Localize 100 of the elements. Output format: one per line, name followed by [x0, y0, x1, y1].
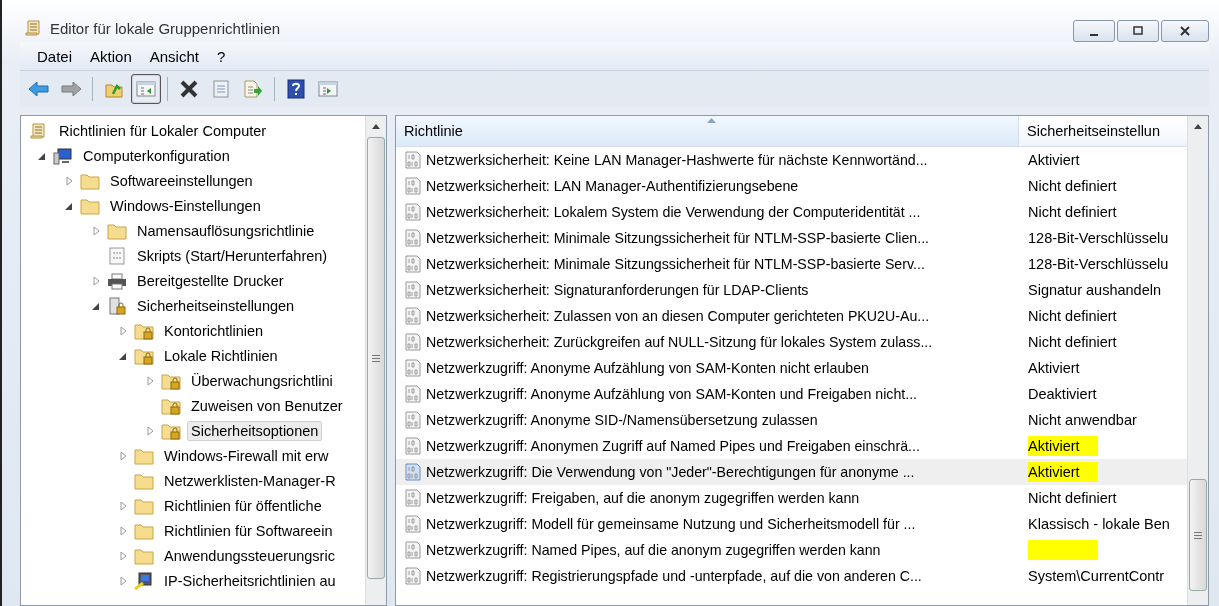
left-arrow-icon — [28, 80, 50, 98]
list-row[interactable]: Netzwerkzugriff: Anonymen Zugriff auf Named Pipes und Freigaben einschrä... Aktiviert — [396, 433, 1187, 459]
policy-name: Netzwerksicherheit: Signaturanforderungen für LDAP-Clients — [426, 282, 809, 298]
policy-name: Netzwerksicherheit: Minimale Sitzungssicherheit für NTLM-SSP-basierte Serv... — [426, 256, 925, 272]
window-title: Editor für lokale Gruppenrichtlinien — [50, 19, 281, 37]
policy-name: Netzwerkzugriff: Die Verwendung von "Jeder"-Berechtigungen für anonyme ... — [426, 464, 915, 480]
setting-value: Nicht definiert — [1028, 334, 1117, 350]
tree-item[interactable]: Softwareeinstellungen — [106, 170, 257, 191]
tree-item[interactable]: Anwendungssteuerungsric — [160, 545, 339, 566]
policy-name: Netzwerkzugriff: Anonyme Aufzählung von SAM-Konten nicht erlauben — [426, 360, 869, 376]
tree-item[interactable]: Bereitgestellte Drucker — [133, 270, 288, 291]
right-arrow-icon — [60, 80, 82, 98]
menu-item[interactable]: ? — [207, 47, 235, 65]
setting-value: Nicht definiert — [1028, 308, 1117, 324]
policy-icon — [404, 541, 422, 559]
tree-item[interactable]: Skripts (Start/Herunterfahren) — [133, 245, 332, 266]
grip-icon — [372, 354, 380, 362]
tree-item[interactable]: Netzwerklisten-Manager-R — [160, 470, 340, 491]
setting-value: System\CurrentContr — [1028, 568, 1165, 584]
panel-icon — [318, 80, 338, 98]
list-row[interactable]: Netzwerksicherheit: Zulassen von an diesen Computer gerichteten PKU2U-Au... Nicht definiert — [396, 303, 1187, 329]
tree-item[interactable]: Sicherheitseinstellungen — [133, 295, 299, 316]
folder-icon — [134, 471, 154, 490]
list-row[interactable]: Netzwerkzugriff: Die Verwendung von "Jeder"-Berechtigungen für anonyme ... Aktiviert — [396, 459, 1187, 485]
locked-folder-icon — [134, 346, 154, 365]
tree-item[interactable]: Windows-Einstellungen — [106, 195, 265, 216]
tree-item[interactable]: Kontorichtlinien — [160, 320, 268, 341]
column-header[interactable]: Richtlinie — [396, 116, 1019, 146]
folder-icon — [80, 196, 100, 215]
policy-icon — [404, 333, 422, 351]
scroll-up-arrow-icon[interactable] — [1194, 124, 1202, 129]
list-row[interactable]: Netzwerkzugriff: Registrierungspfade und -unterpfade, auf die von anderen C... System\CurrentContr — [396, 563, 1187, 589]
tree-item[interactable]: Lokale Richtlinien — [160, 345, 282, 366]
tree-item[interactable]: Richtlinien für Lokaler Computer — [55, 120, 271, 141]
tree-item[interactable]: IP-Sicherheitsrichtlinien au — [160, 570, 340, 591]
list-row[interactable]: Netzwerksicherheit: Minimale Sitzungssicherheit für NTLM-SSP-basierte Serv... 128-Bit-Verschlüsselu — [396, 251, 1187, 277]
policy-name: Netzwerkzugriff: Anonyme SID-/Namensübersetzung zulassen — [426, 412, 818, 428]
close-button[interactable] — [1161, 20, 1209, 42]
scroll-icon — [24, 19, 42, 37]
minimize-button[interactable] — [1073, 20, 1115, 42]
locked-folder-icon — [161, 371, 181, 390]
folder-icon — [134, 496, 154, 515]
list-row[interactable]: Netzwerkzugriff: Freigaben, auf die anonym zugegriffen werden kann Nicht definiert — [396, 485, 1187, 511]
list-row[interactable]: Netzwerkzugriff: Modell für gemeinsame Nutzung und Sicherheitsmodell für ... Klassisch - lokale Ben — [396, 511, 1187, 537]
setting-value: 128-Bit-Verschlüsselu — [1028, 230, 1169, 246]
setting-value: Nicht anwendbar — [1028, 412, 1137, 428]
scrollbar[interactable] — [365, 116, 386, 605]
tree-item[interactable]: Namensauflösungsrichtlinie — [133, 220, 319, 241]
list-row[interactable]: Netzwerkzugriff: Named Pipes, auf die anonym zugegriffen werden kann — [396, 537, 1187, 563]
policy-icon — [404, 255, 422, 273]
list-row[interactable]: Netzwerkzugriff: Anonyme SID-/Namensübersetzung zulassen Nicht anwendbar — [396, 407, 1187, 433]
maximize-button[interactable] — [1117, 20, 1159, 42]
policy-icon — [404, 567, 422, 585]
folder-icon — [134, 546, 154, 565]
toolbar-tree-button[interactable] — [131, 74, 161, 104]
setting-value: 128-Bit-Verschlüsselu — [1028, 256, 1169, 272]
policy-icon — [404, 203, 422, 221]
tree-item[interactable]: Windows-Firewall mit erw — [160, 445, 333, 466]
list-row[interactable]: Netzwerksicherheit: Signaturanforderungen für LDAP-Clients Signatur aushandeln — [396, 277, 1187, 303]
policy-icon — [404, 437, 422, 455]
tree-item[interactable]: Richtlinien für öffentliche — [160, 495, 326, 516]
policy-name: Netzwerkzugriff: Named Pipes, auf die anonym zugegriffen werden kann — [426, 542, 881, 558]
scroll-up-arrow-icon[interactable] — [372, 124, 380, 129]
setting-value: Klassisch - lokale Ben — [1028, 516, 1170, 532]
policy-name: Netzwerkzugriff: Anonyme Aufzählung von SAM-Konten und Freigaben nicht... — [426, 386, 918, 402]
minimize-icon — [1090, 34, 1098, 36]
list-row[interactable]: Netzwerksicherheit: Minimale Sitzungssicherheit für NTLM-SSP-basierte Clien... 128-Bit-Verschlüsselu — [396, 225, 1187, 251]
scrollbar[interactable] — [1187, 116, 1208, 605]
policy-name: Netzwerksicherheit: LAN Manager-Authentifizierungsebene — [426, 178, 799, 194]
policy-name: Netzwerksicherheit: Lokalem System die Verwendung der Computeridentität ... — [426, 204, 921, 220]
folder-icon — [134, 446, 154, 465]
list-row[interactable]: Netzwerkzugriff: Anonyme Aufzählung von SAM-Konten und Freigaben nicht... Deaktiviert — [396, 381, 1187, 407]
list-row[interactable]: Netzwerksicherheit: Zurückgreifen auf NULL-Sitzung für lokales System zulass... Nicht definiert — [396, 329, 1187, 355]
list-row[interactable]: Netzwerkzugriff: Anonyme Aufzählung von SAM-Konten nicht erlauben Aktiviert — [396, 355, 1187, 381]
policy-icon — [404, 515, 422, 533]
tree-item[interactable]: Computerkonfiguration — [79, 145, 234, 166]
tree-item[interactable]: Richtlinien für Softwareein — [160, 520, 337, 541]
tree-item[interactable]: Sicherheitsoptionen — [187, 420, 323, 441]
grip-icon — [1194, 531, 1202, 539]
locked-folder-icon — [134, 321, 154, 340]
tree-item[interactable]: Zuweisen von Benutzer — [187, 395, 347, 416]
setting-value: Nicht definiert — [1028, 490, 1117, 506]
menu-item[interactable]: Datei — [28, 47, 82, 65]
column-header[interactable]: Sicherheitseinstellun — [1019, 116, 1187, 146]
setting-value: Aktiviert — [1028, 360, 1081, 376]
policy-name: Netzwerksicherheit: Zulassen von an diesen Computer gerichteten PKU2U-Au... — [426, 308, 930, 324]
menu-item[interactable]: Aktion — [81, 47, 141, 65]
list-row[interactable]: Netzwerksicherheit: Keine LAN Manager-Hashwerte für nächste Kennwortänd... Aktiviert — [396, 147, 1187, 173]
policy-name: Netzwerkzugriff: Modell für gemeinsame Nutzung und Sicherheitsmodell für ... — [426, 516, 916, 532]
folder-icon — [107, 221, 127, 240]
delete-icon — [179, 80, 199, 98]
menu-item[interactable]: Ansicht — [140, 47, 208, 65]
help-icon — [287, 79, 305, 99]
tree-item[interactable]: Überwachungsrichtlini — [187, 370, 337, 391]
list-row[interactable]: Netzwerksicherheit: LAN Manager-Authentifizierungsebene Nicht definiert — [396, 173, 1187, 199]
maximize-icon — [1133, 26, 1143, 36]
list-row[interactable]: Netzwerksicherheit: Lokalem System die Verwendung der Computeridentität ... Nicht definiert — [396, 199, 1187, 225]
policy-icon — [404, 463, 422, 481]
policy-icon — [404, 307, 422, 325]
policy-name: Netzwerksicherheit: Keine LAN Manager-Hashwerte für nächste Kennwortänd... — [426, 152, 928, 168]
